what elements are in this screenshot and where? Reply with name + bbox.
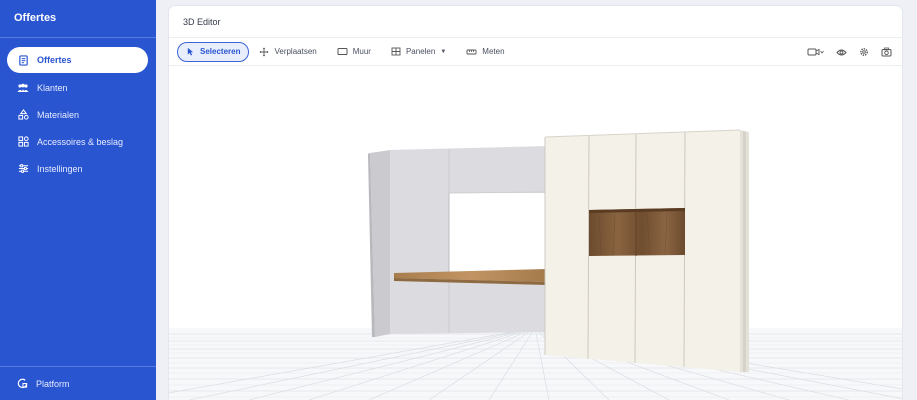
- grid-icon: [17, 136, 29, 148]
- wall-icon: [337, 47, 348, 56]
- view-controls: [807, 38, 892, 66]
- sidebar-item-platform[interactable]: Platform: [0, 366, 156, 400]
- users-icon: [17, 82, 29, 94]
- sidebar-footer-label: Platform: [36, 378, 70, 389]
- sliders-icon: [17, 163, 29, 175]
- 3d-scene: [169, 129, 902, 400]
- side-panel[interactable]: [368, 150, 390, 337]
- move-icon: [259, 47, 269, 57]
- tool-label: Verplaatsen: [274, 47, 317, 56]
- sidebar-item-klanten[interactable]: Klanten: [0, 74, 156, 101]
- sidebar: Offertes Offertes Klanten Materialen Acc…: [0, 0, 156, 400]
- settings-icon[interactable]: [859, 47, 869, 57]
- panels-dropdown-button[interactable]: Panelen ▼: [381, 42, 456, 62]
- wall-tool-button[interactable]: Muur: [327, 42, 381, 62]
- sidebar-title: Offertes: [0, 0, 156, 38]
- panels-icon: [391, 47, 401, 56]
- ruler-icon: [466, 48, 477, 56]
- move-tool-button[interactable]: Verplaatsen: [249, 42, 326, 62]
- sidebar-item-label: Accessoires & beslag: [37, 136, 124, 147]
- camera-icon[interactable]: [807, 47, 824, 57]
- cursor-icon: [186, 47, 195, 56]
- chevron-down-icon: ▼: [440, 48, 447, 55]
- tool-label: Muur: [352, 47, 371, 56]
- editor-toolbar: Selecteren Verplaatsen Muur Panelen ▼ Me…: [169, 38, 902, 66]
- sidebar-item-label: Klanten: [37, 82, 68, 93]
- editor-panel: 3D Editor Selecteren Verplaatsen Muur Pa…: [169, 6, 902, 400]
- tool-label: Meten: [482, 47, 505, 56]
- sidebar-item-label: Materialen: [37, 109, 80, 120]
- eye-icon[interactable]: [836, 48, 847, 57]
- sidebar-item-instellingen[interactable]: Instellingen: [0, 155, 156, 182]
- sidebar-nav: Offertes Klanten Materialen Accessoires …: [0, 38, 156, 182]
- wall-opening: [448, 191, 548, 273]
- sidebar-item-offertes[interactable]: Offertes: [7, 47, 148, 73]
- screenshot-icon[interactable]: [881, 47, 892, 57]
- sidebar-item-accessoires[interactable]: Accessoires & beslag: [0, 128, 156, 155]
- measure-tool-button[interactable]: Meten: [456, 42, 514, 62]
- shapes-icon: [17, 109, 29, 121]
- sidebar-item-label: Instellingen: [37, 163, 83, 174]
- document-icon: [17, 54, 29, 66]
- panel-title: 3D Editor: [169, 6, 902, 38]
- 3d-viewport[interactable]: [169, 66, 902, 400]
- tool-label: Selecteren: [200, 47, 241, 56]
- platform-icon: [17, 378, 28, 389]
- sidebar-item-label: Offertes: [37, 55, 72, 65]
- select-tool-button[interactable]: Selecteren: [177, 41, 250, 62]
- wood-niche[interactable]: [589, 208, 685, 256]
- floor-grid: [169, 328, 902, 400]
- tool-label: Panelen: [405, 47, 436, 56]
- sidebar-item-materialen[interactable]: Materialen: [0, 101, 156, 128]
